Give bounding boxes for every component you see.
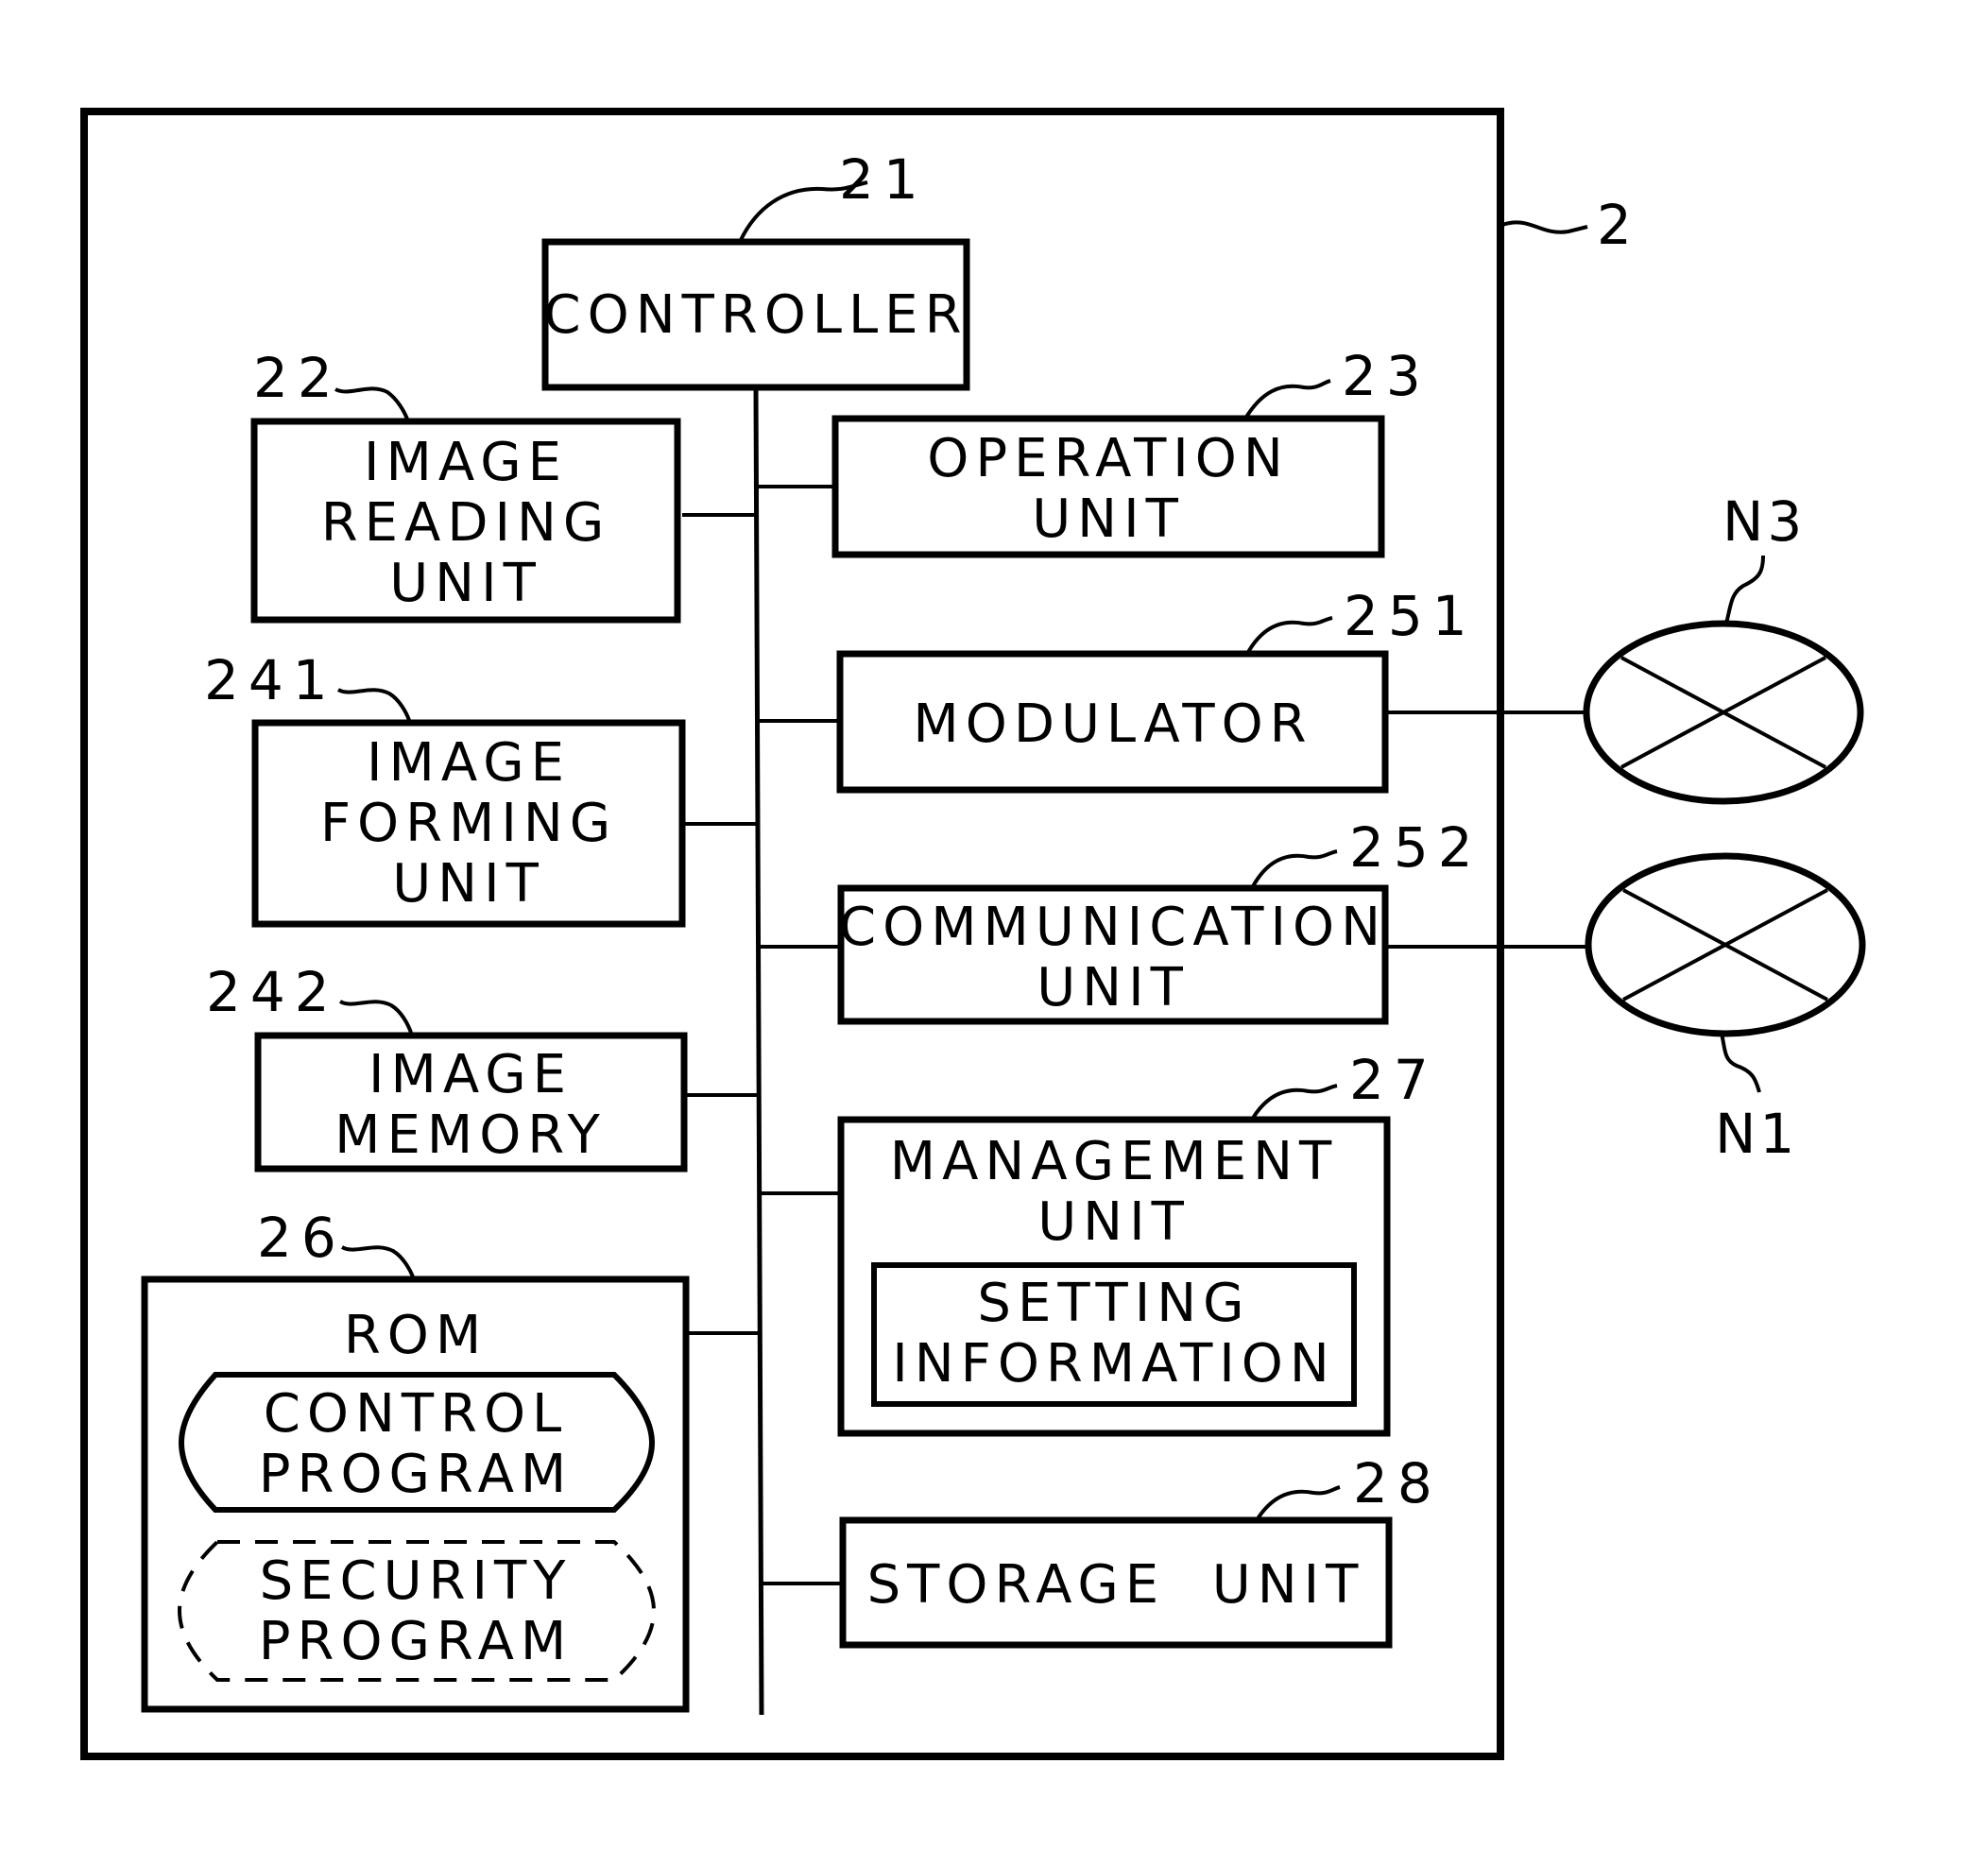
storage-unit: STORAGE UNIT 28 <box>839 1451 1442 1649</box>
setting-information: SETTING INFORMATION <box>871 1262 1357 1407</box>
image-forming-line-3: UNIT <box>392 853 545 915</box>
image-reading-ref: 22 <box>253 346 342 410</box>
image-memory: IMAGE MEMORY 242 <box>206 960 688 1173</box>
rom: ROM CONTROL PROGRAM SECURITY PROGRAM 26 <box>141 1206 690 1713</box>
image-memory-line-2: MEMORY <box>334 1104 607 1166</box>
rom-leader <box>341 1245 416 1280</box>
network-n1-label: N1 <box>1715 1102 1798 1166</box>
device-ref: 2 <box>1597 193 1641 257</box>
controller-ref: 21 <box>839 147 928 212</box>
device-leader <box>1501 220 1588 234</box>
modulator-label: MODULATOR <box>913 693 1312 755</box>
image-memory-ref: 242 <box>206 960 339 1024</box>
setting-info-line-1: SETTING <box>977 1273 1250 1334</box>
communication-line-2: UNIT <box>1037 957 1190 1019</box>
image-forming-leader <box>337 688 412 724</box>
operation-line-1: OPERATION <box>927 428 1290 489</box>
image-reading-line-2: READING <box>321 492 611 554</box>
image-memory-leader <box>339 1000 414 1036</box>
controller-block: CONTROLLER 21 <box>541 147 970 391</box>
image-memory-line-1: IMAGE <box>368 1044 573 1105</box>
management-line-1: MANAGEMENT <box>890 1131 1338 1192</box>
operation-ref: 23 <box>1342 344 1431 408</box>
modulator-leader <box>1245 616 1333 655</box>
storage-ref: 28 <box>1353 1451 1442 1515</box>
management-leader <box>1250 1084 1338 1121</box>
network-n1: N1 <box>1585 852 1866 1166</box>
communication-ref: 252 <box>1349 815 1482 880</box>
network-n3-leader <box>1724 555 1765 625</box>
modulator-ref: 251 <box>1344 584 1477 648</box>
communication-unit: COMMUNICATION UNIT 252 <box>837 815 1482 1025</box>
image-reading-line-1: IMAGE <box>364 432 568 493</box>
network-n1-leader <box>1720 1033 1761 1093</box>
management-ref: 27 <box>1349 1048 1438 1112</box>
storage-label: STORAGE UNIT <box>867 1554 1365 1616</box>
block-diagram: 2 CONTROLLER 21 IMAGE READING UNIT 22 OP… <box>80 108 1866 1760</box>
controller-label: CONTROLLER <box>544 284 968 346</box>
control-program: CONTROL PROGRAM <box>178 1372 656 1513</box>
image-reading-line-3: UNIT <box>389 553 542 614</box>
communication-line-1: COMMUNICATION <box>839 897 1387 958</box>
network-n3: N3 <box>1583 489 1864 805</box>
security-program-line-1: SECURITY <box>260 1550 573 1612</box>
control-program-line-2: PROGRAM <box>259 1444 573 1505</box>
security-program: SECURITY PROGRAM <box>177 1540 657 1682</box>
network-n3-label: N3 <box>1722 489 1806 554</box>
management-unit: MANAGEMENT UNIT SETTING INFORMATION 27 <box>837 1048 1438 1437</box>
control-program-line-1: CONTROL <box>264 1383 568 1445</box>
operation-line-2: UNIT <box>1032 488 1185 550</box>
communication-leader <box>1250 849 1338 889</box>
image-forming-line-2: FORMING <box>320 793 617 854</box>
storage-leader <box>1255 1485 1341 1522</box>
image-reading-leader <box>334 386 410 422</box>
image-forming-ref: 241 <box>204 648 337 712</box>
security-program-line-2: PROGRAM <box>259 1611 573 1672</box>
image-forming-unit: IMAGE FORMING UNIT 241 <box>204 648 686 928</box>
rom-ref: 26 <box>257 1206 346 1270</box>
operation-leader <box>1243 379 1331 420</box>
image-forming-line-1: IMAGE <box>367 732 571 794</box>
setting-info-line-2: INFORMATION <box>892 1333 1336 1395</box>
modulator: MODULATOR 251 <box>836 584 1477 794</box>
rom-label: ROM <box>344 1305 488 1366</box>
system-bus <box>753 386 764 1716</box>
management-line-2: UNIT <box>1037 1191 1191 1253</box>
